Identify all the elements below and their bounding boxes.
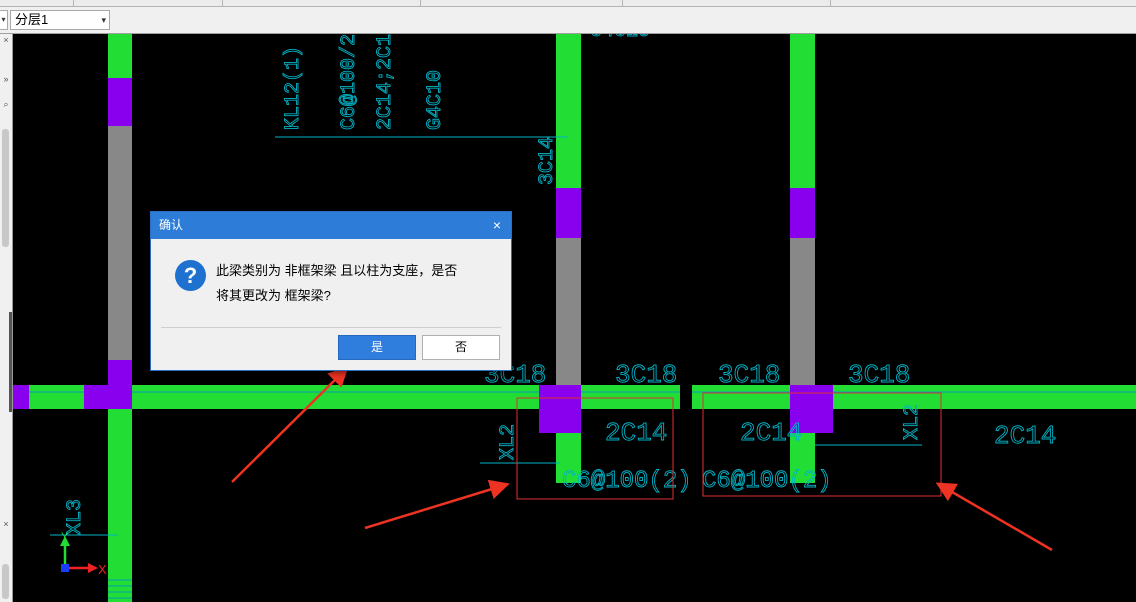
axis-x-label: X — [98, 562, 107, 577]
beam-vertical-mid-top[interactable] — [556, 34, 581, 188]
beam-annotation: C6@100(2) — [562, 468, 692, 495]
beam-annotation: 2C14 — [740, 418, 802, 448]
chevron-down-icon: ▾ — [101, 15, 106, 25]
beam-vertical-left-top[interactable] — [108, 34, 132, 78]
toolbar-separator — [622, 0, 623, 6]
dialog-message-line-1: 此梁类别为 非框架梁 且以柱为支座，是否 — [216, 263, 458, 278]
beam-annotation: XL3 — [64, 499, 87, 535]
layer-dropdown[interactable]: 分层1 ▾ — [10, 10, 110, 30]
coordinate-axis-icon: Y X — [60, 531, 107, 577]
toolbar-separator — [222, 0, 223, 6]
beam-vertical-left-bottom[interactable] — [108, 409, 132, 602]
close-icon[interactable]: × — [1, 519, 11, 529]
beam-annotation: 2C14 — [605, 418, 667, 448]
toolbar-separator — [830, 0, 831, 6]
beam-annotation: 3C18 — [615, 360, 677, 390]
top-toolbar-strip — [0, 0, 1136, 7]
beam-annotation: G4C10 — [424, 70, 447, 130]
beam-annotation: 3C18 — [848, 360, 910, 390]
column-left-top[interactable] — [108, 78, 132, 126]
confirm-dialog: 确认 × ? 此梁类别为 非框架梁 且以柱为支座，是否 将其更改为 框架梁? 是… — [150, 211, 512, 371]
support-mid[interactable] — [556, 238, 581, 385]
double-chevron-right-icon[interactable]: » — [1, 74, 11, 84]
panel-scrollbar[interactable] — [2, 564, 9, 599]
dialog-title-bar[interactable]: 确认 × — [151, 212, 511, 239]
panel-splitter[interactable] — [9, 312, 12, 412]
layer-toolbar: ▾ 分层1 ▾ — [0, 7, 1136, 34]
dialog-divider — [161, 327, 501, 328]
close-icon[interactable]: × — [1, 35, 11, 45]
search-icon[interactable]: ⌕ — [1, 99, 11, 109]
dialog-message-line-2: 将其更改为 框架梁? — [216, 288, 331, 303]
close-icon[interactable]: × — [493, 217, 501, 233]
beam-annotation: C6@100/20 — [338, 34, 361, 130]
layer-dropdown-value: 分层1 — [15, 12, 49, 27]
pointer-arrow-icon — [935, 482, 1053, 552]
panel-scrollbar[interactable] — [2, 129, 9, 247]
column-left-junction[interactable] — [84, 385, 132, 409]
column-left-mid[interactable] — [108, 360, 132, 385]
beam-annotation: KL12(1) 20 — [282, 34, 305, 130]
column-mid-junction[interactable] — [539, 385, 581, 433]
axis-y-label: Y — [61, 531, 69, 543]
toolbar-separator — [420, 0, 421, 6]
beam-annotation: 2C14 — [994, 421, 1056, 451]
column-right-top[interactable] — [790, 188, 815, 238]
dialog-title: 确认 — [159, 218, 184, 232]
no-button[interactable]: 否 — [422, 335, 500, 360]
beam-annotation: C6@100(2) — [702, 468, 832, 495]
support-right[interactable] — [790, 238, 815, 385]
beam-annotation: 2C14;2C14 — [374, 34, 397, 130]
beam-vertical-right-top[interactable] — [790, 34, 815, 188]
left-side-panel: × » ⌕ × — [0, 34, 13, 602]
beam-annotation: XL2 — [901, 404, 924, 440]
column-edge[interactable] — [13, 385, 29, 409]
beam-annotation: 3C14 — [536, 137, 559, 185]
yes-button[interactable]: 是 — [338, 335, 416, 360]
pointer-arrow-icon — [364, 479, 510, 530]
column-mid-top[interactable] — [556, 188, 581, 238]
beam-annotation: C4C10 — [590, 34, 650, 43]
toolbar-separator — [73, 0, 74, 6]
beam-annotation: 3C18 — [718, 360, 780, 390]
chevron-down-icon[interactable]: ▾ — [0, 10, 8, 30]
support-left[interactable] — [108, 126, 132, 360]
question-icon: ? — [175, 260, 206, 291]
